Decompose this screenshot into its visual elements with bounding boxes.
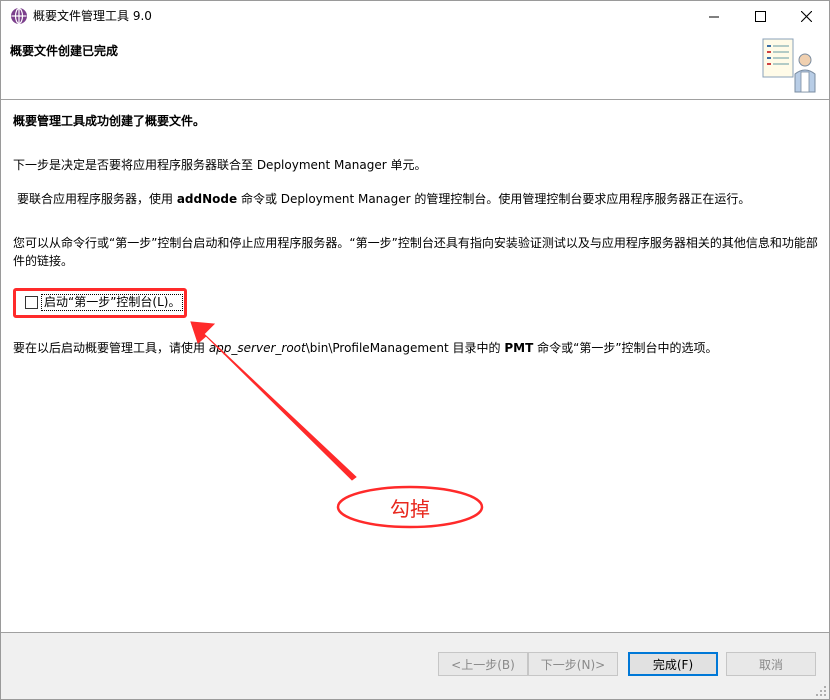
next-step-text: 下一步是决定是否要将应用程序服务器联合至 Deployment Manager …: [13, 158, 427, 172]
resize-grip-icon[interactable]: [815, 685, 827, 697]
content-pane: 概要管理工具成功创建了概要文件。 下一步是决定是否要将应用程序服务器联合至 De…: [1, 100, 829, 633]
banner-title: 概要文件创建已完成: [10, 44, 119, 58]
finish-button[interactable]: 完成(F): [628, 652, 718, 676]
pmt-instructions-text: 要在以后启动概要管理工具，请使用 app_server_root\bin\Pro…: [13, 341, 718, 355]
next-button[interactable]: 下一步(N)>: [528, 652, 618, 676]
minimize-icon: [708, 16, 719, 17]
wizard-checklist-person-icon: [762, 38, 816, 93]
annotation-callout-text: 勾掉: [390, 497, 430, 521]
title-bar: 概要文件管理工具 9.0: [1, 1, 829, 31]
success-message: 概要管理工具成功创建了概要文件。: [13, 114, 206, 128]
close-button[interactable]: [783, 1, 829, 31]
cancel-button[interactable]: 取消: [726, 652, 816, 676]
app-globe-icon: [11, 7, 27, 25]
maximize-button[interactable]: [737, 1, 783, 31]
back-button[interactable]: <上一步(B): [438, 652, 528, 676]
annotation-highlight-box: [13, 288, 187, 318]
first-steps-text: 您可以从命令行或“第一步”控制台启动和停止应用程序服务器。“第一步”控制台还具有…: [13, 236, 818, 268]
button-bar: <上一步(B) 下一步(N)> 完成(F) 取消: [1, 633, 829, 699]
profile-management-window: 概要文件管理工具 9.0 概要文件创建已完成 概要管理工具成功创建了概要文件。 …: [0, 0, 830, 700]
wizard-banner: 概要文件创建已完成: [1, 31, 829, 100]
addnode-command: addNode: [176, 192, 238, 206]
minimize-button[interactable]: [691, 1, 737, 31]
close-icon: [800, 10, 812, 22]
federate-text: 要联合应用程序服务器，使用 addNode 命令或 Deployment Man…: [17, 192, 751, 206]
window-title: 概要文件管理工具 9.0: [33, 9, 152, 23]
maximize-icon: [754, 10, 766, 22]
